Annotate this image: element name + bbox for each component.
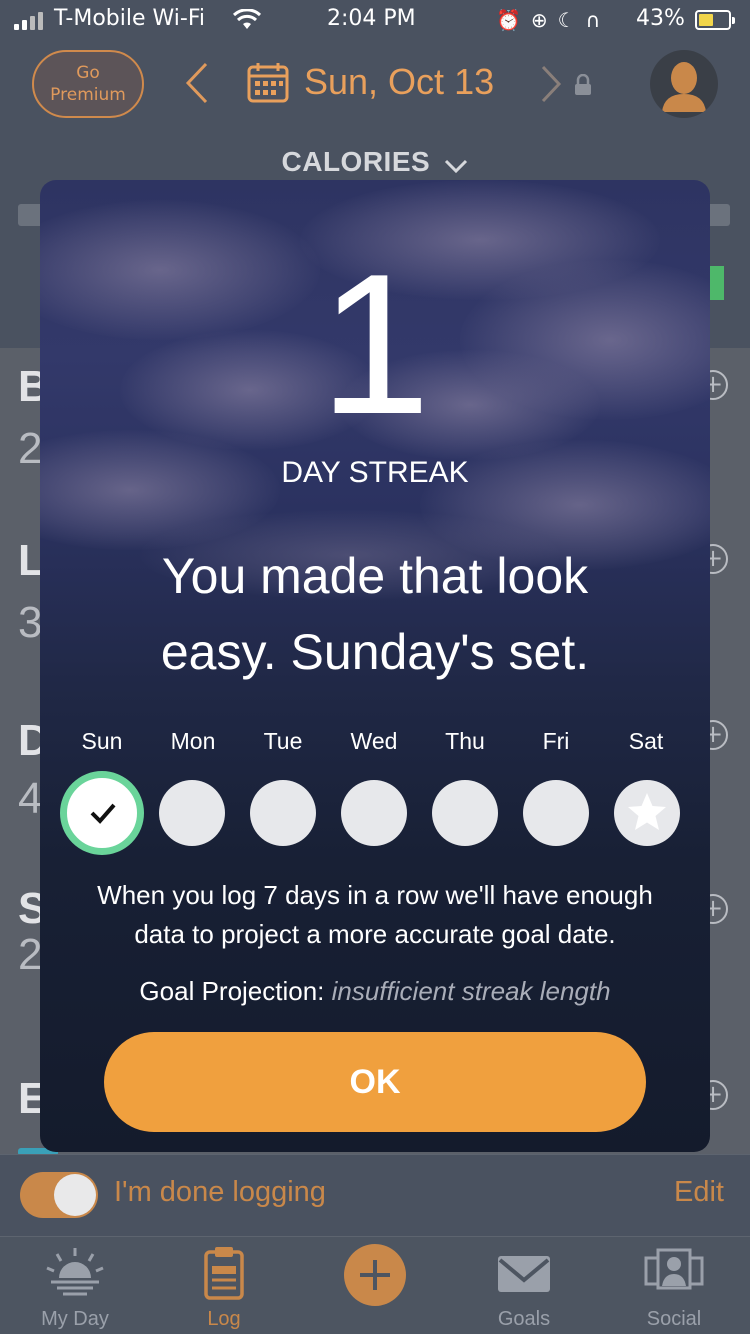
battery-percent: 43% xyxy=(636,6,685,31)
done-logging-label: I'm done logging xyxy=(114,1176,326,1208)
day-status-tue xyxy=(250,780,316,846)
meal-row-letter: 2 xyxy=(18,930,43,979)
streak-modal: 1 DAY STREAK You made that look easy. Su… xyxy=(40,180,710,1152)
chevron-right-icon xyxy=(541,65,562,103)
person-icon xyxy=(662,62,706,112)
premium-label-line1: Go xyxy=(76,63,100,83)
streak-message: You made that look easy. Sunday's set. xyxy=(40,538,710,690)
headphones-icon: ∩ xyxy=(585,8,601,32)
date-selector[interactable]: Sun, Oct 13 xyxy=(246,60,494,104)
current-date: Sun, Oct 13 xyxy=(304,61,495,102)
tab-my-day[interactable]: My Day xyxy=(10,1240,140,1334)
metric-selector[interactable]: CALORIES xyxy=(0,146,750,180)
day-status-thu xyxy=(432,780,498,846)
streak-count: 1 xyxy=(319,233,431,456)
day-status-sun xyxy=(60,771,144,855)
orientation-lock-icon: ⊕ xyxy=(530,8,548,32)
projection-value: insufficient streak length xyxy=(331,976,611,1006)
sunrise-icon xyxy=(46,1248,104,1296)
meal-row-letter: 4 xyxy=(18,774,43,823)
previous-day-button[interactable] xyxy=(184,60,210,110)
info-line: data to project a more accurate goal dat… xyxy=(134,919,616,949)
profile-avatar[interactable] xyxy=(650,50,718,118)
star-icon xyxy=(628,793,666,830)
projection-label: Goal Projection: xyxy=(139,976,325,1006)
clipboard-icon xyxy=(204,1247,244,1300)
day-status-mon xyxy=(159,780,225,846)
tab-log[interactable]: Log xyxy=(159,1240,289,1334)
status-bar: T-Mobile Wi-Fi 2:04 PM ⏰ ⊕ ☾ ∩ 43% xyxy=(0,0,750,40)
streak-info: When you log 7 days in a row we'll have … xyxy=(40,876,710,954)
envelope-icon xyxy=(498,1256,550,1292)
plus-icon xyxy=(360,1260,390,1290)
weekday-labels: Sun Mon Tue Wed Thu Fri Sat xyxy=(40,728,710,768)
goal-projection: Goal Projection: insufficient streak len… xyxy=(40,976,710,1007)
next-day-button[interactable] xyxy=(540,64,562,108)
signal-icon xyxy=(14,12,43,30)
status-time: 2:04 PM xyxy=(327,6,416,31)
day-status-fri xyxy=(523,780,589,846)
metric-label: CALORIES xyxy=(281,146,431,177)
message-line: You made that look xyxy=(161,548,589,604)
tab-label: Goals xyxy=(497,1308,551,1330)
day-label-wed: Wed xyxy=(350,728,398,754)
day-status-wed xyxy=(341,780,407,846)
done-logging-toggle[interactable] xyxy=(20,1172,98,1218)
go-premium-button[interactable]: Go Premium xyxy=(32,50,144,118)
streak-label: DAY STREAK xyxy=(281,456,469,489)
ok-button[interactable]: OK xyxy=(104,1032,646,1132)
day-label-tue: Tue xyxy=(263,728,303,754)
day-label-fri: Fri xyxy=(542,728,570,754)
checkmark-icon xyxy=(90,803,116,824)
edit-button[interactable]: Edit xyxy=(674,1176,724,1209)
day-label-sat: Sat xyxy=(628,728,664,754)
moon-icon: ☾ xyxy=(557,8,576,32)
meal-row-letter: 3 xyxy=(18,598,43,647)
battery-icon xyxy=(695,10,735,30)
tab-label: Social xyxy=(646,1308,702,1330)
day-label-mon: Mon xyxy=(170,728,216,754)
done-logging-bar xyxy=(0,1154,750,1236)
calendar-icon xyxy=(247,63,289,103)
tab-goals[interactable]: Goals xyxy=(459,1240,589,1334)
lock-icon xyxy=(574,73,592,100)
day-label-sun: Sun xyxy=(81,728,123,754)
status-icons: ⏰ ⊕ ☾ ∩ xyxy=(496,8,600,32)
chevron-down-icon xyxy=(444,148,468,180)
carrier-name: T-Mobile Wi-Fi xyxy=(54,6,206,31)
tab-label: My Day xyxy=(41,1308,109,1330)
premium-label-line2: Premium xyxy=(50,85,126,105)
wifi-icon xyxy=(232,8,262,37)
day-label-thu: Thu xyxy=(445,728,485,754)
add-entry-button[interactable] xyxy=(344,1244,406,1306)
chevron-left-icon xyxy=(185,62,208,104)
toggle-knob xyxy=(54,1174,96,1216)
tab-social[interactable]: Social xyxy=(609,1240,739,1334)
message-line: easy. Sunday's set. xyxy=(160,624,590,680)
alarm-icon: ⏰ xyxy=(496,8,521,32)
meal-row-letter: 2 xyxy=(18,424,43,473)
tab-label: Log xyxy=(207,1308,241,1330)
people-icon xyxy=(644,1248,704,1290)
info-line: When you log 7 days in a row we'll have … xyxy=(97,880,653,910)
day-status-sat xyxy=(614,780,680,846)
